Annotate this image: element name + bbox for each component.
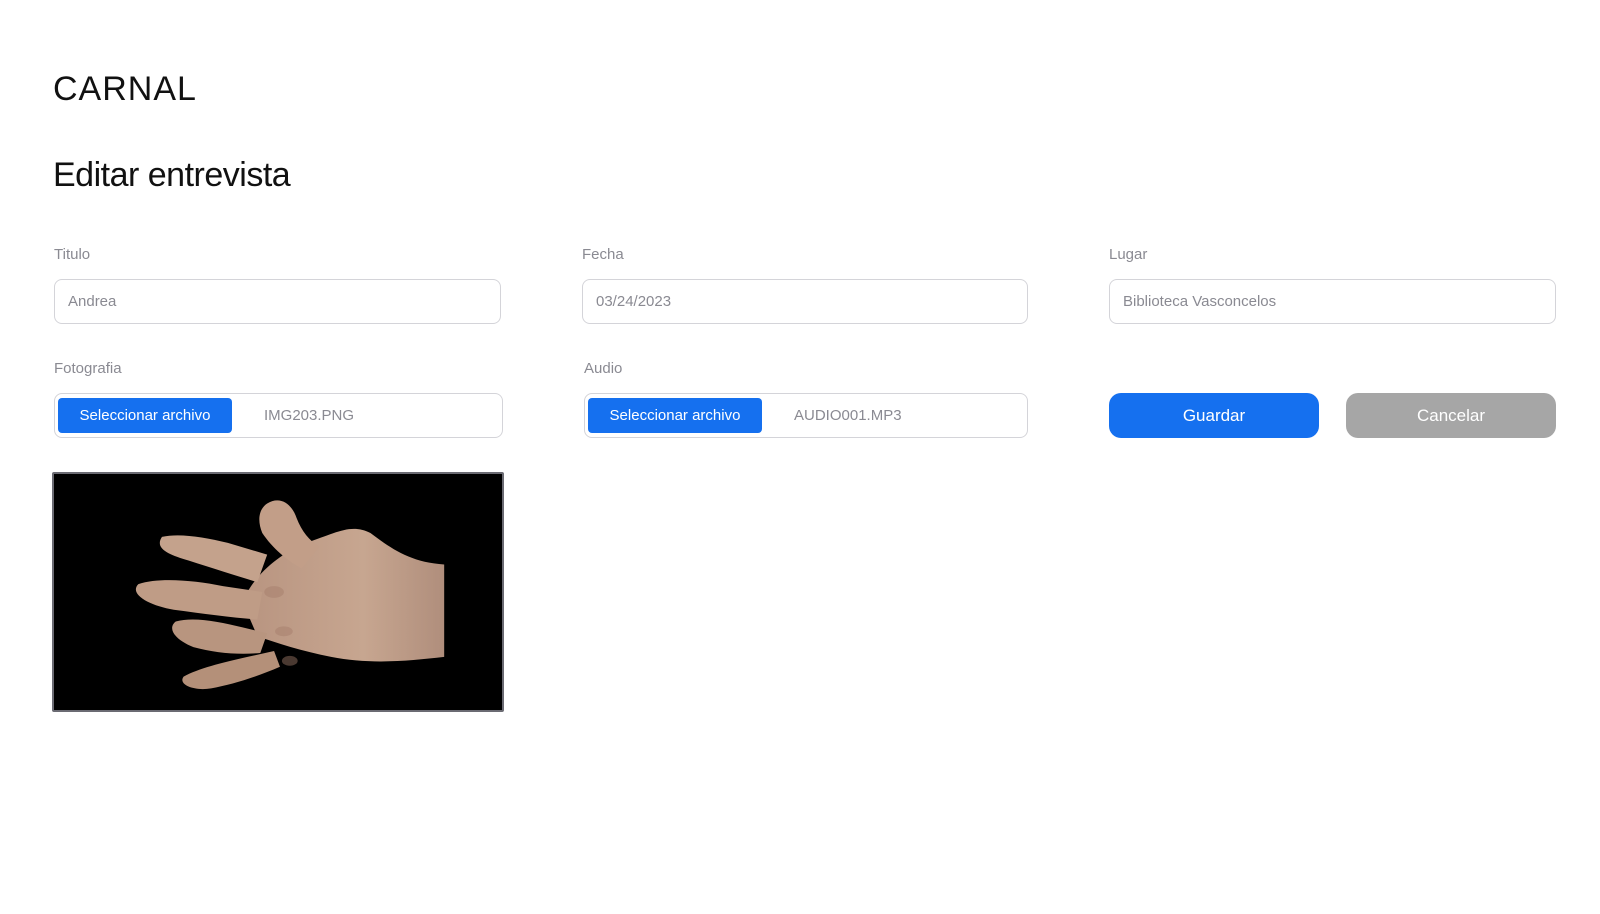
fotografia-file-name: IMG203.PNG (264, 407, 355, 424)
audio-file-input[interactable]: Seleccionar archivo AUDIO001.MP3 (584, 393, 1028, 438)
fecha-label: Fecha (582, 246, 624, 263)
fotografia-select-button[interactable]: Seleccionar archivo (58, 398, 232, 433)
photo-preview (52, 472, 504, 712)
hand-photo-icon (135, 500, 445, 690)
audio-select-button[interactable]: Seleccionar archivo (588, 398, 762, 433)
audio-label: Audio (584, 360, 623, 377)
page-title: Editar entrevista (53, 156, 291, 194)
titulo-label: Titulo (54, 246, 91, 263)
app-logo: CARNAL (53, 70, 197, 108)
fecha-field[interactable]: 03/24/2023 (582, 279, 1028, 324)
save-button[interactable]: Guardar (1109, 393, 1319, 438)
lugar-label: Lugar (1109, 246, 1148, 263)
audio-file-name: AUDIO001.MP3 (794, 407, 902, 424)
lugar-field[interactable]: Biblioteca Vasconcelos (1109, 279, 1556, 324)
titulo-field[interactable]: Andrea (54, 279, 501, 324)
fotografia-file-input[interactable]: Seleccionar archivo IMG203.PNG (54, 393, 503, 438)
cancel-button[interactable]: Cancelar (1346, 393, 1556, 438)
fotografia-label: Fotografia (54, 360, 122, 377)
